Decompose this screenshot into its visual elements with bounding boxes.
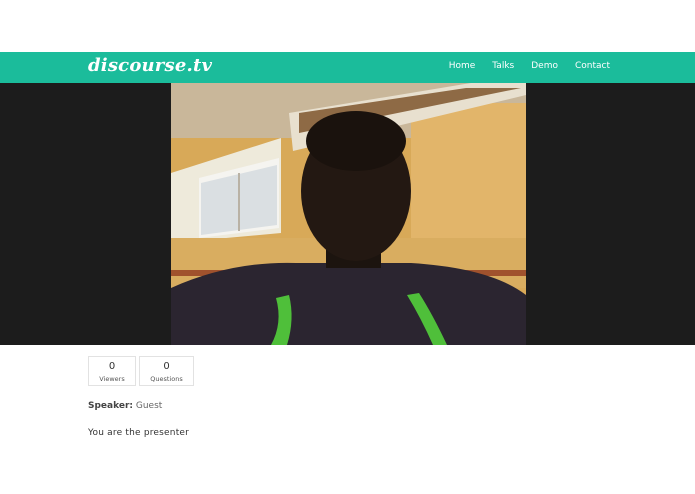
nav-link-contact[interactable]: Contact [575,61,610,71]
speaker-name: Guest [135,401,163,411]
webcam-video[interactable] [171,83,526,345]
speaker-label: Speaker: [88,401,133,411]
webcam-image [171,83,526,345]
viewers-count: 0 [108,361,116,372]
viewers-stat: 0 Viewers [88,356,136,386]
nav-link-demo[interactable]: Demo [531,61,558,71]
nav-link-talks[interactable]: Talks [492,61,514,71]
questions-stat: 0 Questions [139,356,194,386]
page: discourse.tv Home Talks Demo Contact 0 V… [0,0,695,494]
viewers-label: Viewers [99,375,125,383]
speaker-info: Speaker: Guest [88,401,162,411]
nav-link-home[interactable]: Home [449,61,476,71]
questions-count: 0 [163,361,170,372]
nav-links: Home Talks Demo Contact [449,61,610,71]
presenter-notice: You are the presenter [88,428,190,438]
navbar: discourse.tv Home Talks Demo Contact [0,52,695,83]
brand-logo[interactable]: discourse.tv [88,55,212,76]
questions-label: Questions [150,375,183,383]
stats-panel: 0 Viewers 0 Questions [88,356,194,386]
video-stage [0,83,695,345]
